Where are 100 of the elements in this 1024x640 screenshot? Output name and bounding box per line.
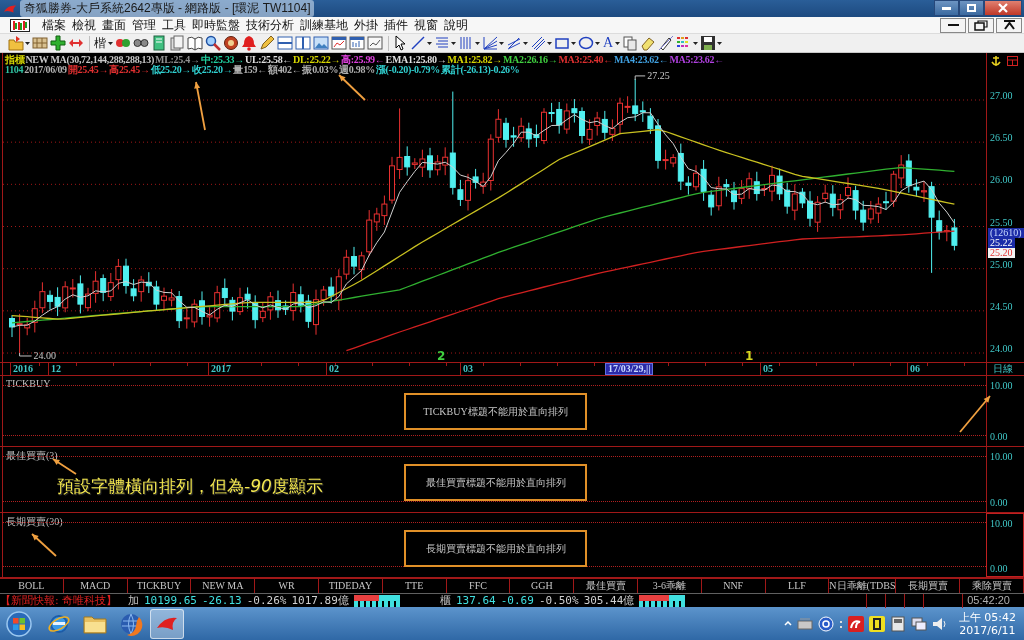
anchor-icon[interactable] <box>991 56 1001 67</box>
menu-item[interactable]: 工具 <box>162 16 186 34</box>
date-axis-label: 2016 <box>10 363 33 375</box>
caret-icon[interactable] <box>693 41 699 45</box>
split-vertical-icon[interactable] <box>295 35 311 51</box>
date-axis-label: 03 <box>460 363 473 375</box>
bar-caret-icon[interactable] <box>1002 20 1016 30</box>
price-axis-label: 27.00 <box>990 91 1013 101</box>
menu-item[interactable]: 畫面 <box>102 16 126 34</box>
caret-icon[interactable] <box>547 41 552 45</box>
menu-item[interactable]: 管理 <box>132 16 156 34</box>
fan-lines-icon[interactable] <box>482 35 498 51</box>
date-axis-label: 2017 <box>208 363 231 375</box>
gripper-icon[interactable] <box>838 618 843 629</box>
caret-icon[interactable] <box>25 41 30 45</box>
news-ticker: 【新聞快報: 奇唯科技】 <box>0 593 119 608</box>
menu-item[interactable]: 視窗 <box>414 16 438 34</box>
menu-item[interactable]: 插件 <box>384 16 408 34</box>
menu-item[interactable]: 說明 <box>444 16 468 34</box>
caret-icon[interactable] <box>108 41 113 45</box>
period-label: 日線 <box>993 363 1013 375</box>
close-button[interactable] <box>996 17 1022 33</box>
plus-icon[interactable] <box>50 35 66 51</box>
swirl-icon[interactable] <box>847 615 864 632</box>
minimize-button[interactable] <box>934 0 959 16</box>
speaker-icon[interactable] <box>931 615 948 632</box>
menu-item[interactable]: 訓練基地 <box>300 16 348 34</box>
price-axis-label: 26.50 <box>990 133 1013 144</box>
value-axis-label: 0.00 <box>990 563 1008 574</box>
grid-icon[interactable] <box>32 35 48 51</box>
windows-icon[interactable] <box>910 615 927 632</box>
indicator-value: DL:25.22→ <box>293 55 341 65</box>
caret-icon[interactable] <box>451 41 456 45</box>
price-tag: 25.22 <box>988 238 1015 248</box>
caret-icon[interactable] <box>595 41 600 45</box>
device-icon[interactable] <box>889 615 906 632</box>
date-axis-label: 12 <box>48 363 61 375</box>
menu-item[interactable]: 檢視 <box>72 16 96 34</box>
line-chart-icon[interactable] <box>367 35 383 51</box>
book-icon[interactable] <box>187 35 203 51</box>
indicator-value: EMA1:25.80→ <box>385 55 447 65</box>
price-tag: 25.20 <box>988 248 1015 258</box>
folder-icon[interactable] <box>8 35 24 51</box>
minimize-icon[interactable] <box>947 24 959 26</box>
menu-item[interactable]: 即時監盤 <box>192 16 240 34</box>
caret-icon[interactable] <box>717 41 723 45</box>
pointer-icon[interactable] <box>392 35 408 51</box>
indicator-value: MA1:25.82→ <box>447 55 502 65</box>
maximize-icon[interactable] <box>967 4 976 12</box>
split-horizontal-icon[interactable] <box>277 35 293 51</box>
target-icon[interactable] <box>223 35 239 51</box>
tile-icon[interactable] <box>868 615 885 632</box>
menu-item[interactable]: 檔案 <box>42 16 66 34</box>
quote-value: 低25.20→ <box>150 65 192 75</box>
close-button[interactable] <box>984 0 1022 16</box>
maximize-button[interactable] <box>959 0 984 16</box>
drive-icon[interactable] <box>796 615 813 632</box>
pen-icon[interactable] <box>658 35 675 51</box>
ring-icon[interactable] <box>817 615 834 632</box>
caret-icon[interactable] <box>427 41 432 45</box>
minimize-button[interactable] <box>940 17 966 33</box>
start-orb-icon[interactable] <box>6 610 32 637</box>
chevron-icon[interactable] <box>783 620 792 627</box>
chart-window-icon[interactable] <box>349 35 365 51</box>
caret-icon[interactable] <box>499 41 504 45</box>
menu-item[interactable]: 技術分析 <box>246 16 294 34</box>
window-icon[interactable] <box>1007 56 1018 66</box>
quote-value: 開25.45→ <box>67 65 109 75</box>
diagonal-lines-icon[interactable] <box>530 35 546 51</box>
annotation-arrow <box>959 395 991 433</box>
caret-icon[interactable] <box>571 41 576 45</box>
restore-button[interactable] <box>968 17 994 33</box>
chart-window-icon[interactable] <box>331 35 347 51</box>
copy-icon[interactable] <box>622 35 639 51</box>
font-button[interactable]: 楷 <box>93 34 107 52</box>
save-icon[interactable] <box>700 35 717 51</box>
caret-icon[interactable] <box>523 41 528 45</box>
market-name: 櫃 <box>440 593 451 608</box>
restore-icon[interactable] <box>974 19 988 31</box>
rectangle-icon[interactable] <box>554 35 570 51</box>
line-tool-icon[interactable] <box>410 35 426 51</box>
pages-icon[interactable] <box>169 35 185 51</box>
picture-icon[interactable] <box>313 35 329 51</box>
date-axis-label: 06 <box>907 363 920 375</box>
ellipse-icon[interactable] <box>578 35 594 51</box>
quote-value: 1104 <box>5 65 24 75</box>
clock-date: 2017/6/11 <box>959 623 1016 637</box>
leader-line <box>634 75 646 81</box>
caret-icon[interactable] <box>475 41 480 45</box>
leader-line <box>19 352 33 357</box>
menu-item[interactable]: 外掛 <box>354 16 378 34</box>
caret-icon[interactable] <box>615 41 621 45</box>
annotation-text: 預設字體橫向排列，但為-90度顯示 <box>57 475 323 498</box>
volume-value: 1017.89億 <box>291 593 349 608</box>
bell-icon[interactable] <box>241 35 257 51</box>
search-icon[interactable] <box>205 35 221 51</box>
low-price-label: 24.00 <box>33 350 57 361</box>
close-icon[interactable] <box>998 3 1008 13</box>
volume-value: 305.44億 <box>583 593 635 608</box>
text-tool-button[interactable]: A <box>602 35 615 51</box>
